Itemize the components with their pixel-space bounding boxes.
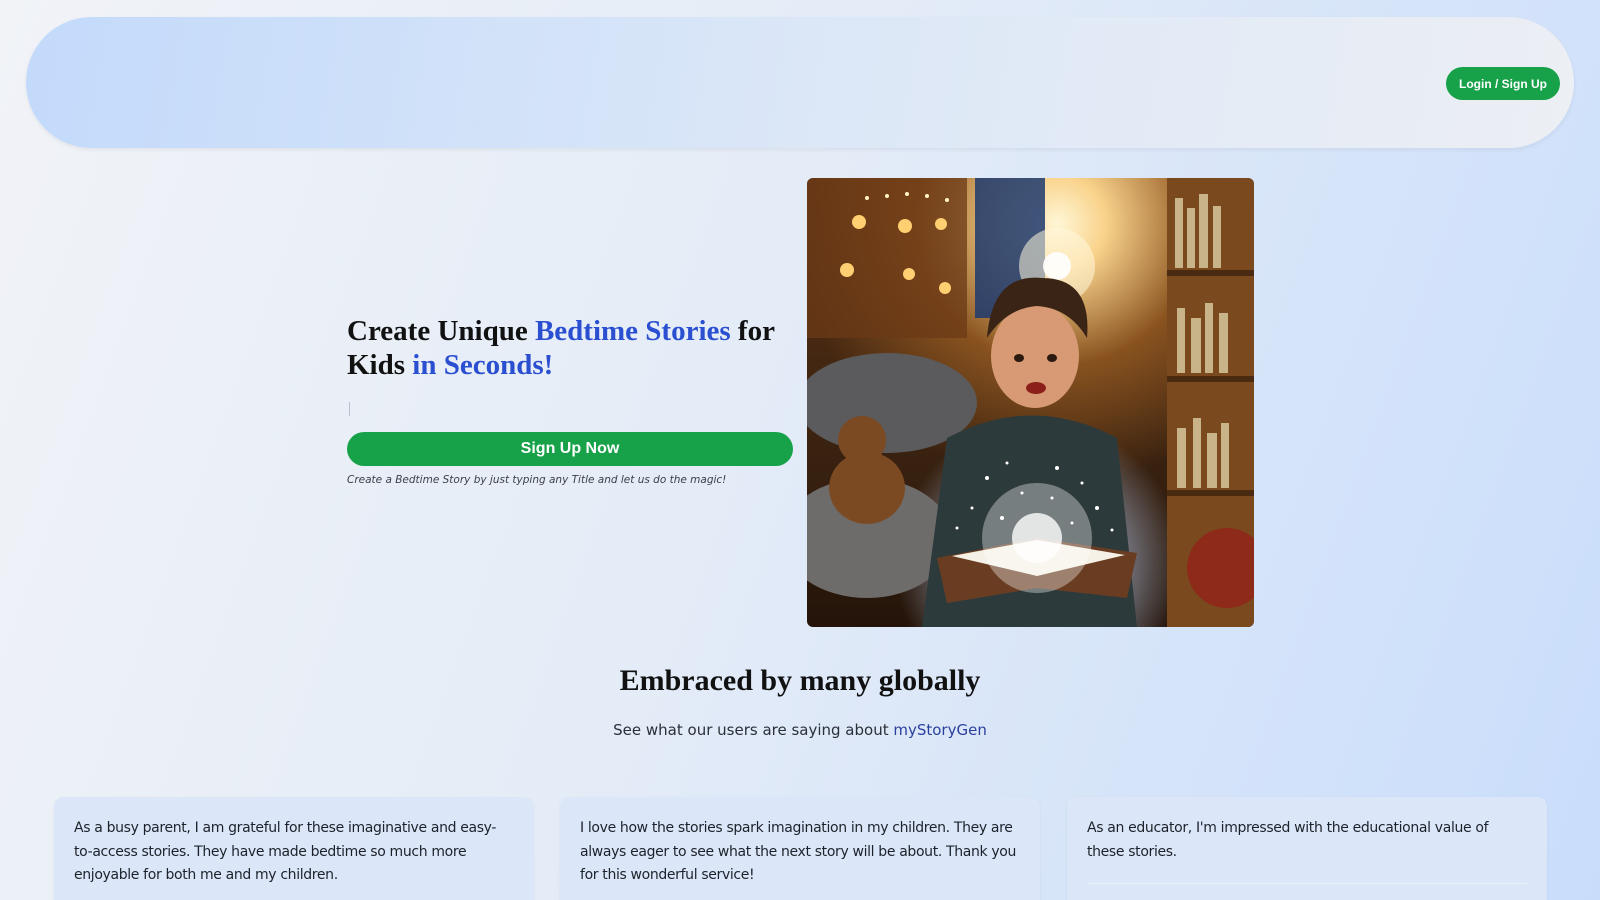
- testimonial-text: As an educator, I'm impressed with the e…: [1087, 820, 1489, 860]
- login-signup-button[interactable]: Login / Sign Up: [1446, 67, 1560, 100]
- testimonials-subtitle: See what our users are saying about mySt…: [0, 721, 1600, 739]
- testimonial-card-1: As a busy parent, I am grateful for thes…: [54, 797, 534, 900]
- hero-illustration: [807, 178, 1254, 627]
- typing-caret: [349, 402, 350, 416]
- card-divider: [1087, 883, 1527, 884]
- testimonial-text: I love how the stories spark imagination…: [580, 820, 1017, 883]
- testimonials-subtitle-text: See what our users are saying about: [613, 721, 894, 739]
- boy-reading-book-image: [807, 178, 1254, 627]
- testimonial-card-2: I love how the stories spark imagination…: [560, 797, 1040, 900]
- hero-section: Create Unique Bedtime Stories for Kids i…: [347, 314, 797, 486]
- testimonials-title: Embraced by many globally: [619, 664, 981, 697]
- hero-title-part1: Create Unique: [347, 315, 535, 347]
- brand-link[interactable]: myStoryGen: [893, 721, 986, 739]
- page: Login / Sign Up Create Unique Bedtime St…: [0, 0, 1600, 900]
- top-nav-bar: Login / Sign Up: [26, 17, 1574, 148]
- sign-up-now-button[interactable]: Sign Up Now: [347, 432, 793, 466]
- hero-title-accent-bedtime-stories: Bedtime Stories: [534, 315, 731, 347]
- hero-title: Create Unique Bedtime Stories for Kids i…: [347, 314, 797, 382]
- hero-title-accent-in-seconds: in Seconds!: [412, 349, 554, 381]
- testimonial-card-3: As an educator, I'm impressed with the e…: [1067, 797, 1547, 900]
- hero-note: Create a Bedtime Story by just typing an…: [347, 474, 727, 486]
- testimonial-text: As a busy parent, I am grateful for thes…: [74, 820, 497, 883]
